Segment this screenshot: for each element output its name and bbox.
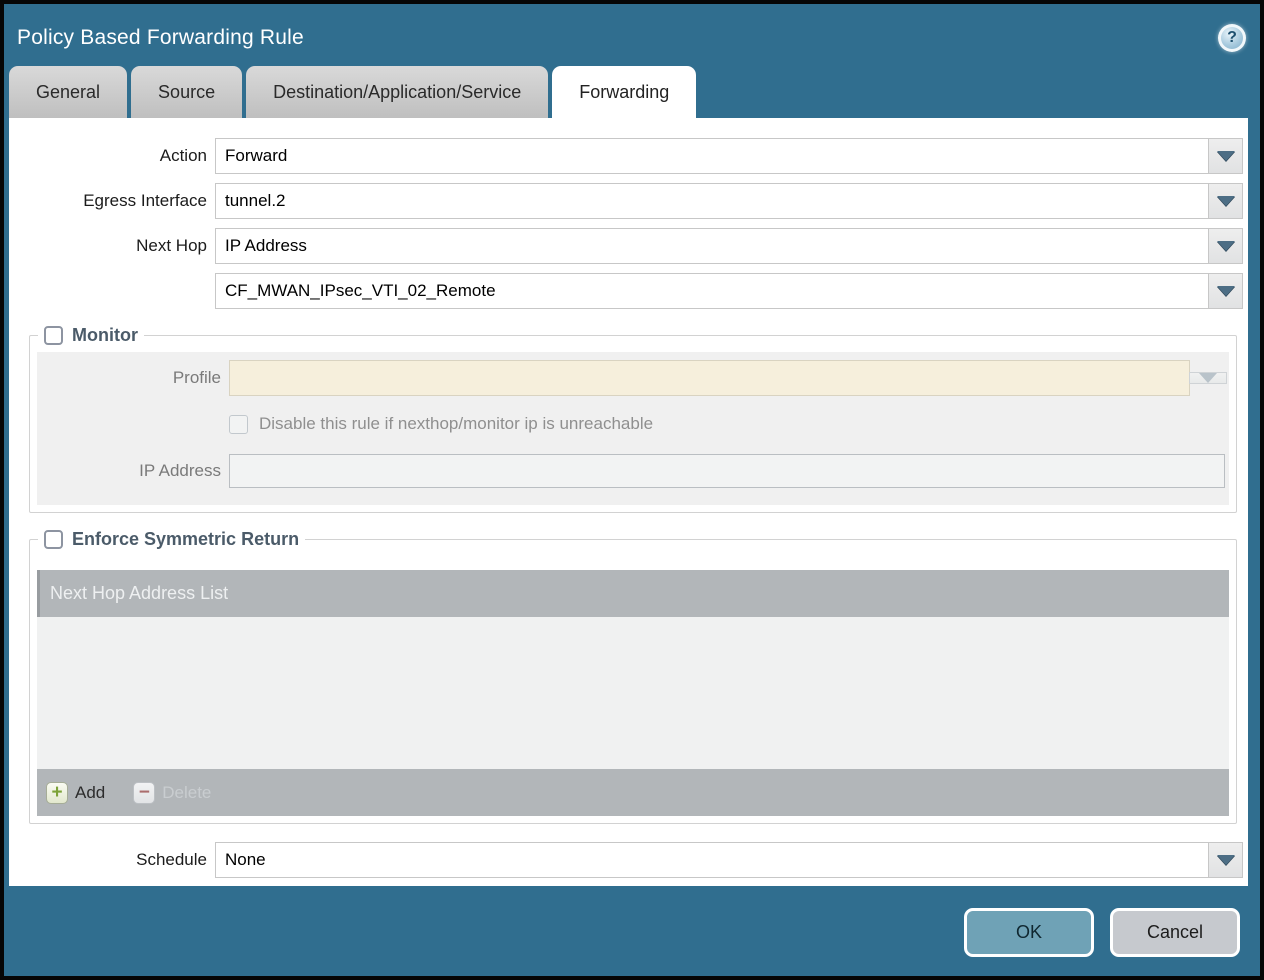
enforce-symmetric-return-legend-label: Enforce Symmetric Return xyxy=(72,529,300,549)
schedule-dropdown-button[interactable] xyxy=(1208,842,1243,878)
next-hop-address-input[interactable]: CF_MWAN_IPsec_VTI_02_Remote xyxy=(215,273,1209,309)
chevron-down-icon xyxy=(1216,286,1235,296)
tab-source[interactable]: Source xyxy=(131,66,243,118)
next-hop-dropdown-button[interactable] xyxy=(1208,228,1243,264)
monitor-ip-row: IP Address xyxy=(37,453,1227,489)
action-label: Action xyxy=(159,146,207,165)
action-combo: Forward xyxy=(215,138,1243,174)
tab-destination-application-service[interactable]: Destination/Application/Service xyxy=(246,66,549,118)
tab-bar: General Source Destination/Application/S… xyxy=(4,66,1260,118)
monitor-legend-label: Monitor xyxy=(72,325,138,345)
next-hop-address-list-header: Next Hop Address List xyxy=(37,570,1229,617)
next-hop-address-dropdown-button[interactable] xyxy=(1208,273,1243,309)
action-dropdown-button[interactable] xyxy=(1208,138,1243,174)
plus-icon: + xyxy=(46,781,68,804)
monitor-ip-input xyxy=(229,454,1225,488)
next-hop-label: Next Hop xyxy=(136,236,207,255)
schedule-label: Schedule xyxy=(136,850,207,869)
schedule-input[interactable]: None xyxy=(215,842,1209,878)
pbf-rule-dialog: Policy Based Forwarding Rule ? General S… xyxy=(0,0,1264,980)
ok-button[interactable]: OK xyxy=(964,908,1094,957)
egress-interface-label: Egress Interface xyxy=(83,191,207,210)
tab-content-forwarding: Action Forward Egress Interface tunnel.2… xyxy=(9,118,1248,886)
action-row: Action Forward xyxy=(9,138,1243,174)
minus-icon: − xyxy=(133,781,156,804)
monitor-panel: Profile Disable this rule if nexthop/mon… xyxy=(37,352,1229,505)
profile-dropdown-button xyxy=(1189,372,1227,384)
help-icon[interactable]: ? xyxy=(1218,24,1246,52)
chevron-down-icon xyxy=(1216,855,1235,865)
profile-row: Profile xyxy=(37,360,1227,396)
schedule-row: Schedule None xyxy=(9,842,1243,878)
disable-rule-row: Disable this rule if nexthop/monitor ip … xyxy=(229,412,1227,436)
egress-interface-row: Egress Interface tunnel.2 xyxy=(9,183,1243,219)
dialog-title: Policy Based Forwarding Rule xyxy=(17,26,304,49)
dialog-footer: OK Cancel xyxy=(4,886,1260,978)
disable-rule-label: Disable this rule if nexthop/monitor ip … xyxy=(259,414,654,433)
egress-interface-dropdown-button[interactable] xyxy=(1208,183,1243,219)
next-hop-address-row: CF_MWAN_IPsec_VTI_02_Remote xyxy=(9,273,1243,309)
delete-button-label: Delete xyxy=(162,782,212,802)
chevron-down-icon xyxy=(1199,373,1217,383)
action-input[interactable]: Forward xyxy=(215,138,1209,174)
add-button[interactable]: + Add xyxy=(46,781,106,804)
next-hop-address-list-table: Next Hop Address List + Add − Delete xyxy=(37,570,1229,816)
cancel-button[interactable]: Cancel xyxy=(1110,908,1240,957)
next-hop-row: Next Hop IP Address xyxy=(9,228,1243,264)
profile-input xyxy=(229,360,1190,396)
dialog-titlebar: Policy Based Forwarding Rule ? xyxy=(4,4,1260,66)
add-button-label: Add xyxy=(75,782,106,802)
tab-forwarding[interactable]: Forwarding xyxy=(552,66,697,118)
schedule-combo: None xyxy=(215,842,1243,878)
next-hop-address-list-body[interactable] xyxy=(37,617,1229,769)
monitor-fieldset: Monitor Profile Disable this rule if nex… xyxy=(29,325,1237,513)
enforce-symmetric-return-legend: Enforce Symmetric Return xyxy=(38,529,305,550)
profile-label: Profile xyxy=(172,368,221,387)
monitor-checkbox[interactable] xyxy=(44,326,63,345)
tab-general[interactable]: General xyxy=(9,66,128,118)
next-hop-type-input[interactable]: IP Address xyxy=(215,228,1209,264)
next-hop-combo: IP Address xyxy=(215,228,1243,264)
monitor-legend: Monitor xyxy=(38,325,144,346)
enforce-symmetric-return-checkbox[interactable] xyxy=(44,530,63,549)
chevron-down-icon xyxy=(1216,241,1235,251)
enforce-symmetric-return-fieldset: Enforce Symmetric Return Next Hop Addres… xyxy=(29,529,1237,824)
monitor-ip-label: IP Address xyxy=(139,461,221,480)
chevron-down-icon xyxy=(1216,196,1235,206)
next-hop-address-combo: CF_MWAN_IPsec_VTI_02_Remote xyxy=(215,273,1243,309)
chevron-down-icon xyxy=(1216,151,1235,161)
egress-interface-input[interactable]: tunnel.2 xyxy=(215,183,1209,219)
disable-rule-checkbox xyxy=(229,414,248,434)
delete-button: − Delete xyxy=(133,781,212,804)
next-hop-address-list-toolbar: + Add − Delete xyxy=(37,769,1229,816)
egress-interface-combo: tunnel.2 xyxy=(215,183,1243,219)
